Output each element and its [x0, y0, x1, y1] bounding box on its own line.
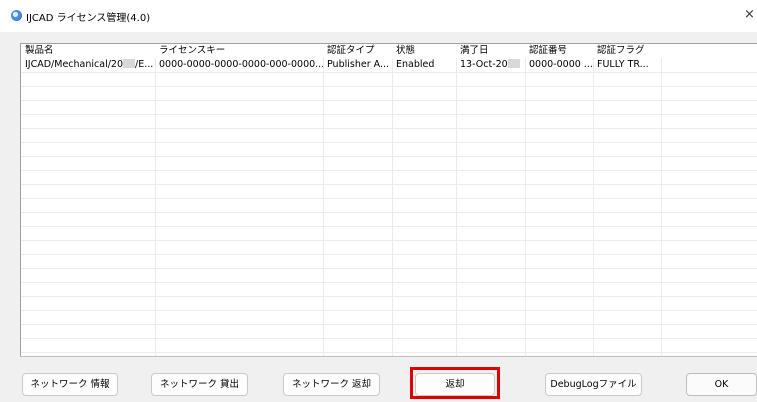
row-gridline — [21, 226, 757, 227]
app-icon — [11, 10, 22, 21]
row-gridline — [21, 254, 757, 255]
license-list[interactable]: 製品名 ライセンスキー 認証タイプ 状態 満了日 認証番号 認証フラグ IJCA… — [20, 43, 757, 356]
network-lend-button[interactable]: ネットワーク 貸出 — [151, 373, 248, 396]
row-gridline — [21, 86, 757, 87]
cell-expiry: 13-Oct-20 — [456, 58, 525, 72]
row-gridline — [21, 114, 757, 115]
list-header: 製品名 ライセンスキー 認証タイプ 状態 満了日 認証番号 認証フラグ — [21, 44, 757, 58]
row-gridline — [21, 128, 757, 129]
column-header-auth-type[interactable]: 認証タイプ — [323, 44, 392, 58]
column-header-license-key[interactable]: ライセンスキー — [155, 44, 323, 58]
masked-text — [123, 59, 135, 68]
row-gridline — [21, 100, 757, 101]
column-header-product[interactable]: 製品名 — [21, 44, 155, 58]
cell-auth-flag: FULLY TR... — [597, 59, 649, 70]
title-bar: IJCAD ライセンス管理(4.0) × — [0, 0, 757, 32]
cell-auth-type: Publisher A... — [327, 59, 390, 70]
cell-auth-number: 0000-0000 ... — [529, 59, 593, 70]
row-gridline — [21, 268, 757, 269]
ok-button[interactable]: OK — [686, 373, 757, 396]
cell-product: IJCAD/Mechanical/20/E... — [21, 58, 155, 72]
row-gridline — [21, 198, 757, 199]
divider — [20, 356, 757, 357]
row-gridline — [21, 310, 757, 311]
row-gridline — [21, 324, 757, 325]
close-icon[interactable]: × — [744, 6, 757, 24]
network-return-button[interactable]: ネットワーク 返却 — [283, 373, 380, 396]
row-gridline — [21, 240, 757, 241]
row-gridline — [21, 156, 757, 157]
column-header-auth-flag[interactable]: 認証フラグ — [593, 44, 661, 58]
column-header-expiry[interactable]: 満了日 — [456, 44, 525, 58]
expiry-date-start: 13-Oct-20 — [460, 59, 508, 70]
column-header-auth-number[interactable]: 認証番号 — [525, 44, 593, 58]
debug-log-button[interactable]: DebugLogファイル — [545, 373, 642, 396]
row-gridline — [21, 212, 757, 213]
row-gridline — [21, 338, 757, 339]
row-gridline — [21, 184, 757, 185]
row-gridline — [21, 296, 757, 297]
row-gridline — [21, 352, 757, 353]
table-row[interactable]: IJCAD/Mechanical/20/E... 0000-0000-0000-… — [21, 58, 757, 72]
row-gridline — [21, 170, 757, 171]
product-name-start: IJCAD/Mechanical/20 — [25, 59, 123, 70]
masked-text — [507, 59, 520, 68]
network-info-button[interactable]: ネットワーク 情報 — [22, 373, 118, 396]
cell-status: Enabled — [396, 59, 435, 70]
window-title: IJCAD ライセンス管理(4.0) — [26, 13, 151, 24]
product-name-end: /E... — [135, 59, 154, 70]
highlight-box — [410, 367, 500, 399]
row-gridline — [21, 142, 757, 143]
row-gridline — [21, 282, 757, 283]
row-gridline — [21, 72, 757, 73]
column-header-status[interactable]: 状態 — [392, 44, 456, 58]
cell-license-key: 0000-0000-0000-0000-000-0000... — [159, 59, 323, 70]
